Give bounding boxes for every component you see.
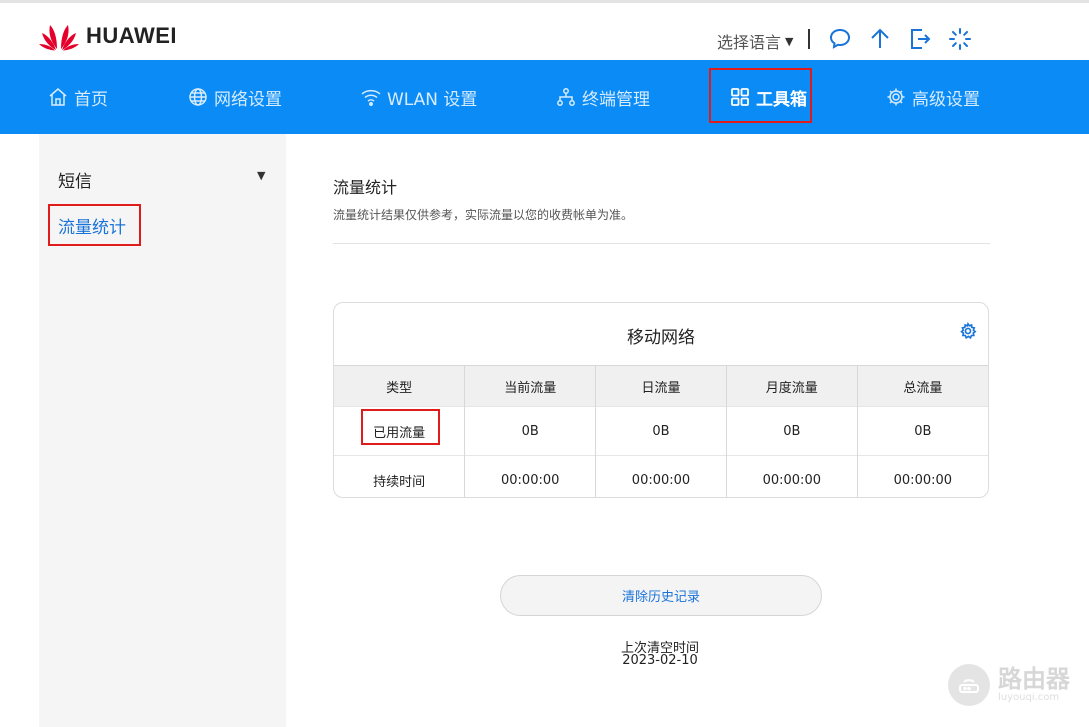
- language-selector[interactable]: 选择语言 ▼: [717, 29, 793, 53]
- gear-icon: [887, 88, 905, 106]
- table-cell: 00:00:00: [726, 455, 858, 497]
- page-title: 流量统计: [333, 178, 398, 197]
- divider: [333, 243, 990, 244]
- watermark: 路由器 luyouqi.com: [948, 660, 1078, 710]
- page-description: 流量统计结果仅供参考，实际流量以您的收费帐单为准。: [333, 208, 634, 222]
- nav-home[interactable]: 首页: [48, 60, 108, 134]
- nav-advanced-label: 高级设置: [912, 89, 980, 110]
- watermark-subtext: luyouqi.com: [998, 692, 1060, 703]
- column-header-total: 总流量: [857, 365, 988, 407]
- table-cell: 00:00:00: [464, 455, 597, 497]
- table-header-row: 类型 当前流量 日流量 月度流量 总流量: [334, 365, 988, 407]
- column-header-monthly: 月度流量: [726, 365, 858, 407]
- table-cell: 00:00:00: [857, 455, 988, 497]
- nav-wlan-label: WLAN 设置: [387, 89, 478, 110]
- nav-advanced-settings[interactable]: 高级设置: [886, 60, 980, 134]
- card-title: 移动网络: [627, 328, 695, 348]
- main-nav: 首页 网络设置 WLAN 设置 终端管理 工具箱 高级设置: [0, 60, 1089, 134]
- mobile-network-card: 移动网络 类型 当前流量 日流量 月度流量 总流量 已用流量 0B 0B 0B …: [333, 302, 989, 498]
- caret-down-icon: ▼: [785, 34, 794, 48]
- nav-devices-label: 终端管理: [582, 89, 650, 110]
- message-icon[interactable]: [826, 25, 854, 53]
- sidebar: 短信 ▼ 流量统计: [39, 134, 286, 727]
- table-row: 持续时间 00:00:00 00:00:00 00:00:00 00:00:00: [334, 455, 988, 497]
- nav-home-label: 首页: [74, 89, 108, 110]
- language-label: 选择语言: [717, 33, 782, 52]
- globe-icon: [189, 88, 207, 106]
- column-header-current: 当前流量: [464, 365, 597, 407]
- table-cell: 00:00:00: [595, 455, 727, 497]
- brand-name: HUAWEI: [86, 23, 177, 48]
- caret-down-icon[interactable]: ▼: [257, 169, 265, 182]
- nav-device-management[interactable]: 终端管理: [556, 60, 650, 134]
- table-cell: 0B: [857, 406, 988, 456]
- huawei-flower-icon: [39, 25, 79, 51]
- home-icon: [49, 88, 67, 106]
- watermark-text: 路由器: [998, 665, 1070, 693]
- router-icon: [948, 664, 990, 706]
- clear-history-button[interactable]: 清除历史记录: [500, 575, 822, 616]
- sidebar-item-sms[interactable]: 短信: [58, 167, 92, 192]
- settings-gear-icon[interactable]: [959, 322, 977, 340]
- logout-icon[interactable]: [906, 25, 934, 53]
- table-cell: 0B: [464, 406, 597, 456]
- loading-icon[interactable]: [946, 25, 974, 53]
- traffic-stats-highlight-box: [48, 204, 141, 246]
- used-traffic-highlight-box: [361, 409, 440, 445]
- last-cleared-date: 2023-02-10: [622, 653, 698, 668]
- devices-icon: [557, 88, 575, 106]
- upload-icon[interactable]: [866, 25, 894, 53]
- nav-wlan-settings[interactable]: WLAN 设置: [361, 60, 477, 134]
- nav-network-label: 网络设置: [214, 89, 282, 110]
- brand-bar: HUAWEI 选择语言 ▼: [0, 3, 1089, 60]
- wifi-icon: [361, 89, 381, 106]
- column-header-daily: 日流量: [595, 365, 727, 407]
- toolbox-highlight-box: [709, 68, 812, 123]
- column-header-type: 类型: [334, 365, 466, 407]
- row-label-duration: 持续时间: [334, 455, 466, 497]
- nav-network-settings[interactable]: 网络设置: [188, 60, 282, 134]
- huawei-logo: HUAWEI: [38, 19, 177, 53]
- table-cell: 0B: [726, 406, 858, 456]
- header-divider: [808, 29, 810, 49]
- table-cell: 0B: [595, 406, 727, 456]
